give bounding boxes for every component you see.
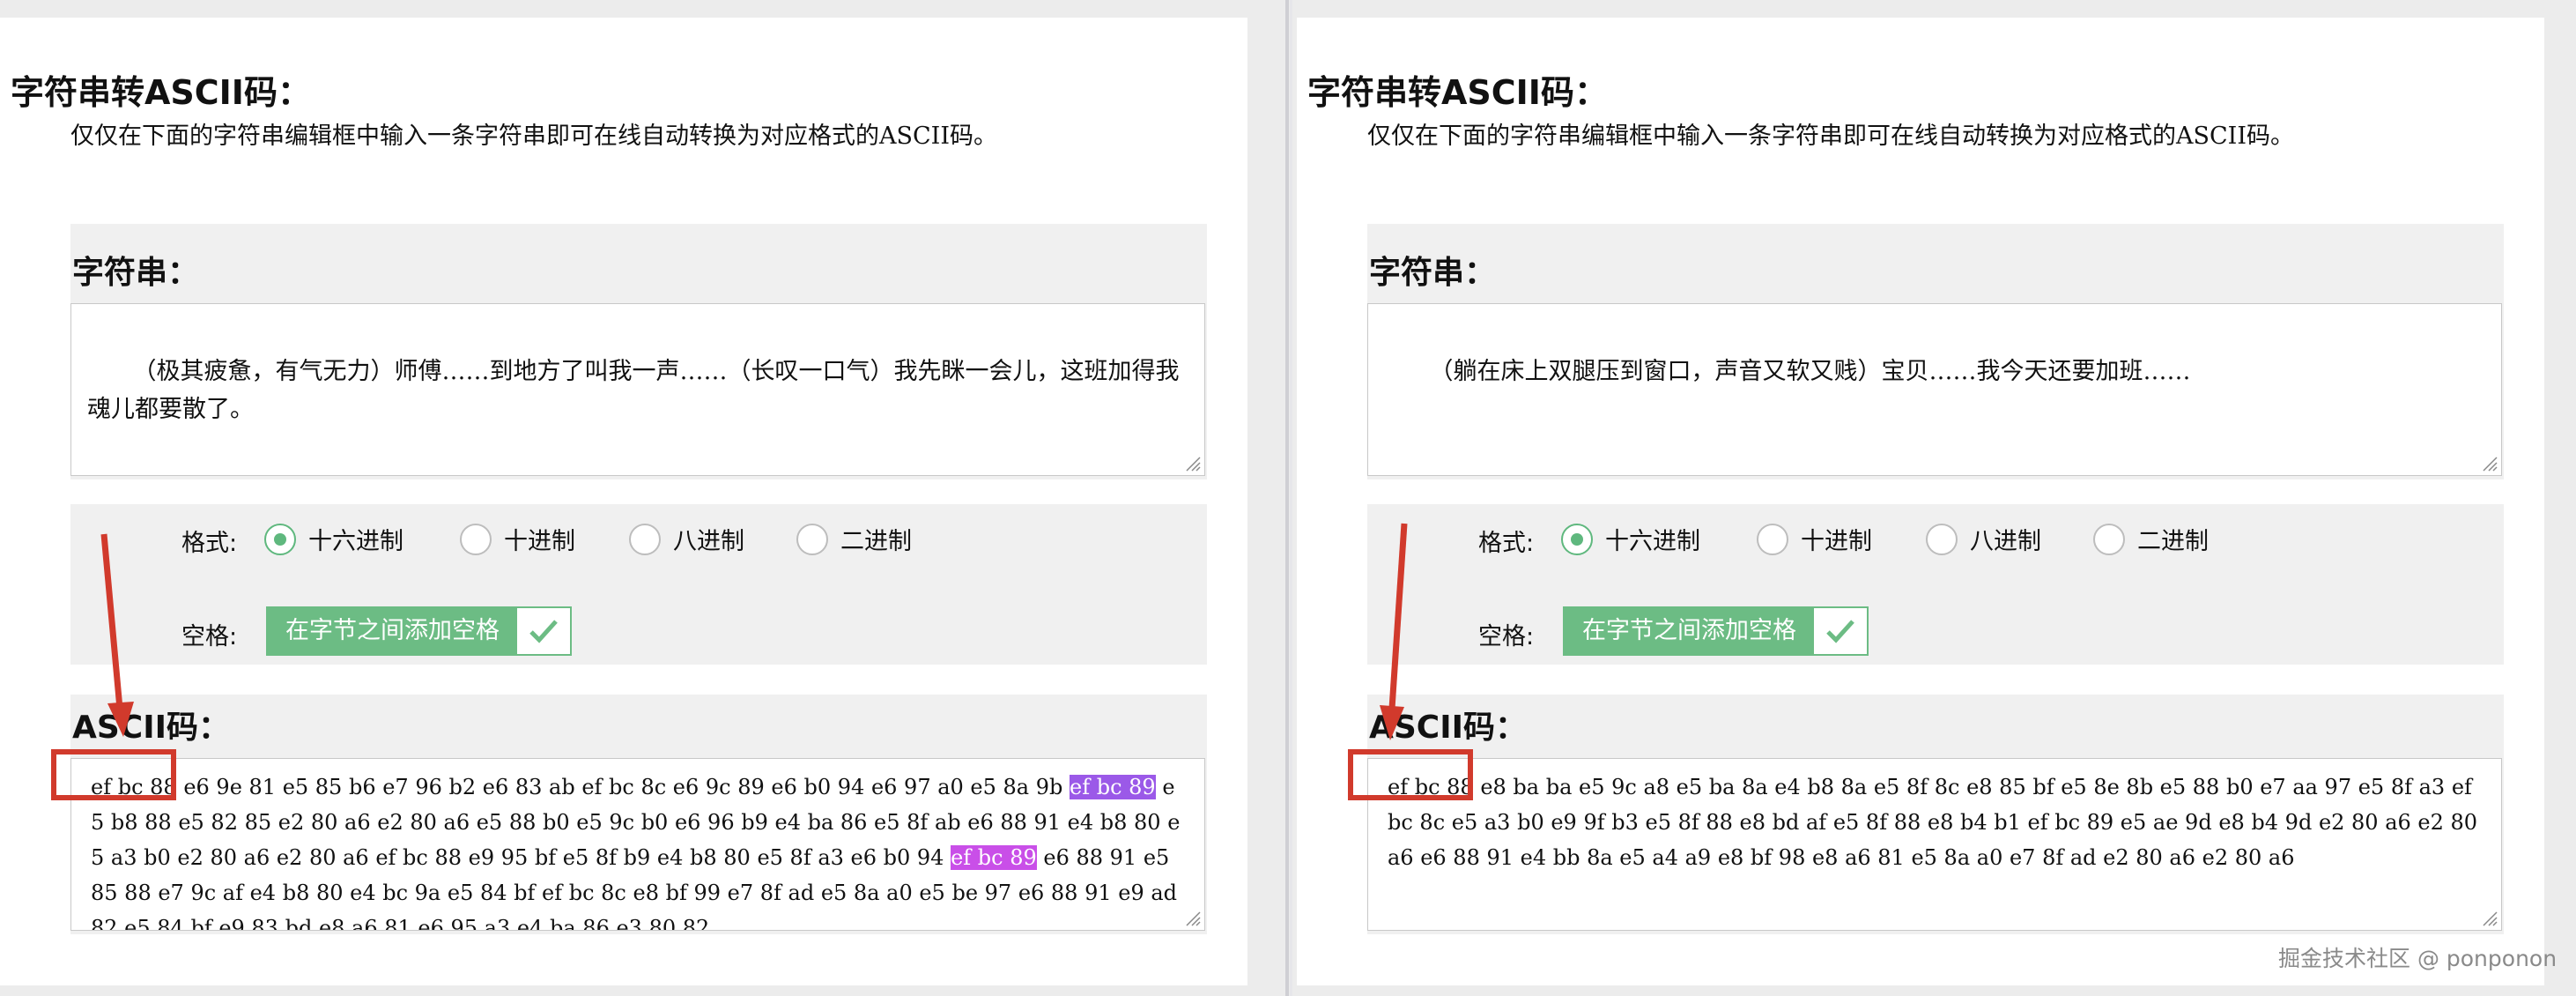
converter-panel-right: 字符串转ASCII码： 仅仅在下面的字符串编辑框中输入一条字符串即可在线自动转换… [1297,18,2544,985]
watermark: 掘金技术社区 @ ponponon [2278,946,2557,971]
window-divider [1285,0,1289,996]
red-arrow [100,533,134,737]
window-divider-shadow [1290,0,1292,996]
red-arrow [1380,523,1408,740]
converter-panel-left: 字符串转ASCII码： 仅仅在下面的字符串编辑框中输入一条字符串即可在线自动转换… [0,18,1247,985]
